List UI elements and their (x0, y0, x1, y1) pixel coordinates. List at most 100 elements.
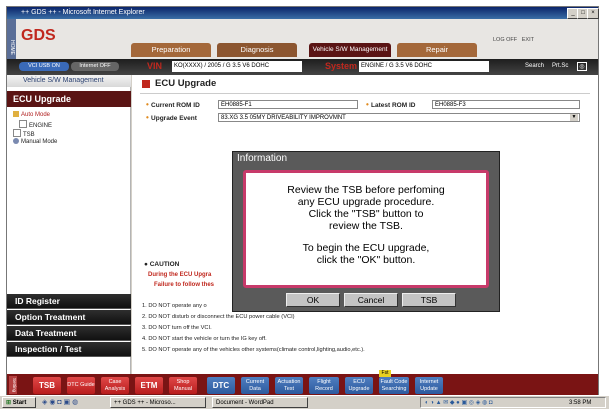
system-label: System (325, 61, 358, 71)
clock: 3:58 PM (569, 400, 592, 406)
label-text: Latest ROM ID (371, 102, 416, 109)
start-button[interactable]: ⊞ Start (2, 397, 36, 408)
system-field: ENGINE / G 3.5 V6 DOHC (359, 61, 489, 72)
current-rom-label: • Current ROM ID (146, 100, 200, 109)
internet-status-badge: Internet OFF (71, 62, 119, 71)
dialog-message-line: click the "OK" button. (316, 254, 416, 266)
file-icon (19, 120, 27, 128)
sidebar-section-label: Vehicle S/W Management (7, 75, 131, 87)
tree-label: Manual Mode (21, 139, 58, 145)
exit-link[interactable]: EXIT (522, 37, 534, 43)
label-text: Current ROM ID (151, 102, 200, 109)
ok-button[interactable]: OK (286, 293, 340, 307)
page-title: ECU Upgrade (155, 78, 217, 89)
cancel-button[interactable]: Cancel (344, 293, 398, 307)
nav-inspection-test[interactable]: Inspection / Test (7, 342, 131, 357)
taskbar-task-gds[interactable]: ++ GDS ++ - Microso... (110, 397, 206, 408)
nav-id-register[interactable]: ID Register (7, 294, 131, 309)
caution-text: CAUTION (149, 261, 180, 268)
system-tray: ◐ ◑ ▲ ✉ ◆ ● ▣ ◎ ◈ ◍ ◘ 3:58 PM (420, 397, 606, 408)
prtsc-link[interactable]: Prt.Sc (552, 63, 568, 69)
note-line: 3. DO NOT turn off the VCI. (142, 325, 212, 331)
upgrade-event-label: • Upgrade Event (146, 113, 197, 122)
caution-line: Failure to follow thes (154, 282, 215, 288)
dialog-body: Review the TSB before perfoming any ECU … (243, 170, 489, 288)
current-rom-field: EH0885-F1 (218, 100, 358, 109)
windows-logo-icon: ⊞ (6, 400, 12, 406)
new-badge: Fst (379, 370, 391, 377)
setting-button[interactable]: Setting (9, 376, 17, 394)
taskbar-task-wordpad[interactable]: Document - WordPad (212, 397, 308, 408)
actuation-test-button[interactable]: Actuation Test (275, 377, 303, 394)
tab-diagnosis[interactable]: Diagnosis (217, 43, 297, 57)
upgrade-event-value: 83.XG 3.5 05MY DRIVEABILITY IMPROVMNT (221, 115, 346, 121)
tree-item-auto-mode[interactable]: Auto Mode (13, 111, 50, 118)
upgrade-event-select[interactable]: 83.XG 3.5 05MY DRIVEABILITY IMPROVMNT ▼ (218, 113, 580, 122)
tree-label: Auto Mode (21, 112, 51, 118)
fault-code-searching-button[interactable]: Fault Code Searching (379, 377, 409, 394)
app-header: HOME GDS Preparation Diagnosis Vehicle S… (7, 19, 598, 75)
browser-window: ++ GDS ++ - Microsoft Internet Explorer … (6, 6, 599, 396)
close-button[interactable]: × (587, 8, 599, 19)
logo-text: GDS (21, 27, 56, 44)
note-line: 2. DO NOT disturb or disconnect the ECU … (142, 314, 295, 320)
note-line: 4. DO NOT start the vehicle or turn the … (142, 336, 267, 342)
chevron-down-icon[interactable]: ▼ (570, 114, 578, 121)
dtc-guide-button[interactable]: DTC Guide (67, 377, 95, 394)
current-data-button[interactable]: Current Data (241, 377, 269, 394)
vci-status-badge: VCI USB ON (19, 62, 69, 71)
caution-title: ● CAUTION (144, 261, 180, 268)
note-line: 5. DO NOT operate any of the vehicles ot… (142, 347, 365, 353)
divider (140, 93, 590, 94)
tab-repair[interactable]: Repair (397, 43, 477, 57)
sidebar-heading: ECU Upgrade (7, 91, 131, 107)
logoff-link[interactable]: LOG OFF (493, 37, 517, 43)
dialog-message-line: Click the "TSB" button to (308, 208, 424, 220)
nav-data-treatment[interactable]: Data Treatment (7, 326, 131, 341)
gds-logo: GDS (21, 27, 81, 47)
flight-record-button[interactable]: Flight Record (309, 377, 339, 394)
dialog-message-line: Review the TSB before perfoming (287, 184, 445, 196)
dialog-message-line: any ECU upgrade procedure. (297, 196, 435, 208)
latest-rom-field: EH0885-F3 (432, 100, 580, 109)
tab-vehicle-sw-management[interactable]: Vehicle S/W Management (309, 43, 391, 57)
dtc-button[interactable]: DTC (207, 377, 235, 394)
header-utilities: LOG OFF EXIT (493, 37, 534, 43)
tsb-tool-button[interactable]: TSB (33, 377, 61, 394)
disc-icon (13, 138, 19, 144)
sidebar: Vehicle S/W Management ECU Upgrade Auto … (7, 75, 131, 374)
dialog-title: Information (237, 153, 288, 164)
folder-icon (13, 111, 19, 117)
latest-rom-label: • Latest ROM ID (366, 100, 416, 109)
start-label: Start (12, 400, 27, 406)
shop-manual-button[interactable]: Shop Manual (169, 377, 197, 394)
case-analysis-button[interactable]: Case Analysis (101, 377, 129, 394)
tab-preparation[interactable]: Preparation (131, 43, 211, 57)
title-bar: ++ GDS ++ - Microsoft Internet Explorer … (7, 7, 599, 19)
tree-item-engine[interactable]: ENGINE (19, 120, 52, 129)
section-marker-icon (142, 80, 150, 88)
tree-item-manual-mode[interactable]: Manual Mode (13, 138, 57, 145)
nav-option-treatment[interactable]: Option Treatment (7, 310, 131, 325)
dialog-message-line: review the TSB. (329, 220, 403, 232)
window-title: ++ GDS ++ - Microsoft Internet Explorer (21, 9, 145, 16)
dialog-message-line: To begin the ECU upgrade, (302, 242, 430, 254)
tree-item-tsb[interactable]: TSB (13, 129, 35, 138)
tray-icons[interactable]: ◐ ◑ ▲ ✉ ◆ ● ▣ ◎ ◈ ◍ ◘ (425, 399, 493, 406)
information-dialog: Information Review the TSB before perfom… (232, 151, 500, 312)
file-icon (13, 129, 21, 137)
search-link[interactable]: Search (525, 63, 544, 69)
internet-update-button[interactable]: Internet Update (415, 377, 443, 394)
vin-label: VIN (147, 61, 163, 71)
status-bar: VCI USB ON Internet OFF VIN KO(XXXX) / 2… (7, 59, 598, 75)
label-text: Upgrade Event (151, 115, 197, 122)
quick-launch-icons[interactable]: ◈ ◉ ◘ ▣ ◍ (42, 398, 102, 408)
tsb-button[interactable]: TSB (402, 293, 456, 307)
vin-field: KO(XXXX) / 2005 / G 3.5 V6 DOHC (172, 61, 302, 72)
ecu-upgrade-button[interactable]: ECU Upgrade (345, 377, 373, 394)
etm-button[interactable]: ETM (135, 377, 163, 394)
taskbar: ⊞ Start ◈ ◉ ◘ ▣ ◍ ++ GDS ++ - Microso...… (0, 395, 609, 409)
bottom-toolbar: Setting TSB DTC Guide Case Analysis ETM … (7, 370, 598, 396)
camera-icon[interactable]: ◎ (577, 62, 587, 71)
caution-line: During the ECU Upgra (148, 272, 212, 278)
